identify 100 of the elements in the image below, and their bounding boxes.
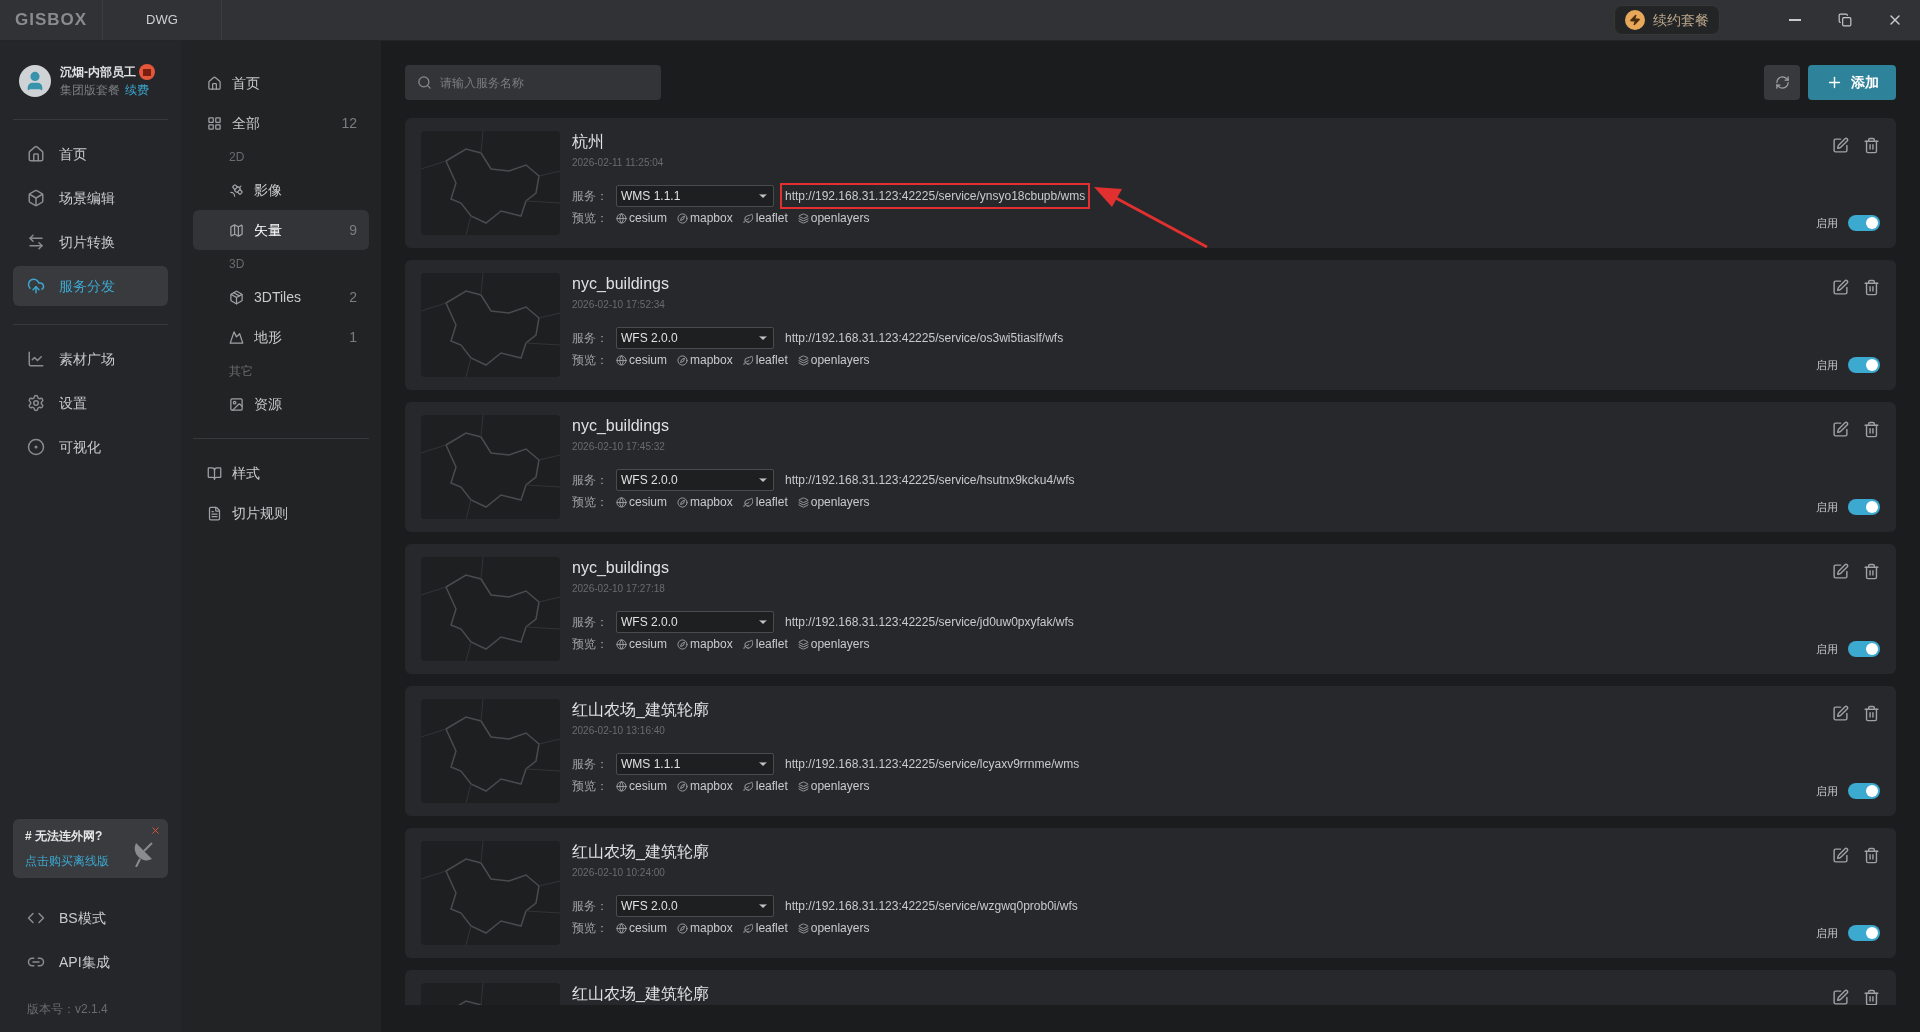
service-url[interactable]: http://192.168.31.123:42225/service/jd0uw0pxyfak/wfs <box>780 609 1079 635</box>
service-date: 2026-02-10 17:27:18 <box>572 582 666 596</box>
preview-link[interactable]: leaflet <box>742 635 788 653</box>
preview-link[interactable]: openlayers <box>797 209 870 227</box>
preview-link[interactable]: cesium <box>616 635 667 653</box>
leaf-icon <box>742 212 754 224</box>
delete-button[interactable] <box>1863 279 1880 296</box>
category-item[interactable]: 样式 <box>193 453 369 493</box>
refresh-button[interactable] <box>1764 65 1800 100</box>
map-icon <box>229 222 244 238</box>
service-url[interactable]: http://192.168.31.123:42225/service/hsutnx9kcku4/wfs <box>780 467 1080 493</box>
preview-link[interactable]: openlayers <box>797 635 870 653</box>
protocol-select[interactable]: WMS 1.1.1 <box>616 753 774 775</box>
user-name: 沉烟-内部员工 <box>60 64 136 81</box>
grid-icon <box>207 115 222 131</box>
enable-toggle[interactable] <box>1848 214 1880 231</box>
enable-toggle[interactable] <box>1848 782 1880 799</box>
layers-icon <box>797 496 809 508</box>
nav-item[interactable]: BS模式 <box>13 898 168 938</box>
category-item[interactable]: 首页 <box>193 63 369 103</box>
delete-button[interactable] <box>1863 421 1880 438</box>
edit-button[interactable] <box>1832 279 1849 296</box>
protocol-select[interactable]: WFS 2.0.0 <box>616 611 774 633</box>
search-field[interactable]: 请输入服务名称 <box>405 65 661 100</box>
close-icon[interactable] <box>150 825 161 836</box>
protocol-select[interactable]: WFS 2.0.0 <box>616 895 774 917</box>
category-item[interactable]: 矢量 9 <box>193 210 369 250</box>
nav-item[interactable]: 切片转换 <box>13 222 168 262</box>
globe-icon <box>616 922 627 934</box>
layers-icon <box>797 212 809 224</box>
promo-title: # 无法连外网? <box>25 828 104 845</box>
preview-link[interactable]: openlayers <box>797 493 870 511</box>
protocol-select[interactable]: WMS 1.1.1 <box>616 185 774 207</box>
edit-button[interactable] <box>1832 137 1849 154</box>
document-icon <box>207 505 222 521</box>
nav-item[interactable]: API集成 <box>13 942 168 982</box>
delete-button[interactable] <box>1863 563 1880 580</box>
delete-button[interactable] <box>1863 705 1880 722</box>
category-item[interactable]: 地形 1 <box>193 317 369 357</box>
edit-button[interactable] <box>1832 563 1849 580</box>
preview-link[interactable]: cesium <box>616 209 667 227</box>
category-count: 12 <box>341 113 357 133</box>
preview-link[interactable]: mapbox <box>677 919 733 937</box>
preview-link[interactable]: leaflet <box>742 493 788 511</box>
preview-link[interactable]: leaflet <box>742 209 788 227</box>
app-tab[interactable]: DWG <box>146 10 178 30</box>
enable-toggle[interactable] <box>1848 356 1880 373</box>
service-url[interactable]: http://192.168.31.123:42225/service/wzgwq0prob0i/wfs <box>780 893 1083 919</box>
edit-button[interactable] <box>1832 989 1849 1005</box>
preview-link[interactable]: mapbox <box>677 777 733 795</box>
protocol-select[interactable]: WFS 2.0.0 <box>616 469 774 491</box>
add-button[interactable]: 添加 <box>1808 65 1896 100</box>
image-icon <box>229 396 244 412</box>
delete-button[interactable] <box>1863 989 1880 1005</box>
edit-button[interactable] <box>1832 705 1849 722</box>
category-item[interactable]: 切片规则 <box>193 493 369 533</box>
preview-link[interactable]: mapbox <box>677 493 733 511</box>
enable-toggle[interactable] <box>1848 924 1880 941</box>
nav-item[interactable]: 服务分发 <box>13 266 168 306</box>
nav-item[interactable]: 首页 <box>13 134 168 174</box>
protocol-select[interactable]: WFS 2.0.0 <box>616 327 774 349</box>
preview-link[interactable]: leaflet <box>742 919 788 937</box>
preview-link[interactable]: leaflet <box>742 351 788 369</box>
edit-button[interactable] <box>1832 421 1849 438</box>
preview-link[interactable]: mapbox <box>677 351 733 369</box>
enable-toggle[interactable] <box>1848 640 1880 657</box>
category-item[interactable]: 3DTiles 2 <box>193 277 369 317</box>
cloud-upload-icon <box>27 277 45 295</box>
nav-item[interactable]: 设置 <box>13 383 168 423</box>
promo-link[interactable]: 点击购买离线版 <box>25 852 156 870</box>
preview-link[interactable]: cesium <box>616 919 667 937</box>
preview-link[interactable]: leaflet <box>742 777 788 795</box>
preview-link[interactable]: cesium <box>616 493 667 511</box>
preview-link[interactable]: openlayers <box>797 777 870 795</box>
edit-button[interactable] <box>1832 847 1849 864</box>
preview-link[interactable]: mapbox <box>677 635 733 653</box>
nav-item[interactable]: 素材广场 <box>13 339 168 379</box>
globe-icon <box>616 638 627 650</box>
enable-toggle[interactable] <box>1848 498 1880 515</box>
preview-link[interactable]: openlayers <box>797 351 870 369</box>
nav-item[interactable]: 可视化 <box>13 427 168 467</box>
nav-item[interactable]: 场景编辑 <box>13 178 168 218</box>
preview-link[interactable]: mapbox <box>677 209 733 227</box>
layers-icon <box>797 780 809 792</box>
category-count: 1 <box>349 327 357 347</box>
service-url[interactable]: http://192.168.31.123:42225/service/ynsyo18cbupb/wms <box>780 183 1091 209</box>
preview-link[interactable]: openlayers <box>797 919 870 937</box>
delete-button[interactable] <box>1863 137 1880 154</box>
service-url[interactable]: http://192.168.31.123:42225/service/os3wi5tiaslf/wfs <box>780 325 1069 351</box>
preview-link[interactable]: cesium <box>616 777 667 795</box>
delete-button[interactable] <box>1863 847 1880 864</box>
preview-link[interactable]: cesium <box>616 351 667 369</box>
category-item[interactable]: 影像 <box>193 170 369 210</box>
renew-button[interactable]: 续约套餐 <box>1614 5 1720 35</box>
service-url[interactable]: http://192.168.31.123:42225/service/lcyaxv9rrnme/wms <box>780 751 1085 777</box>
category-item[interactable]: 资源 <box>193 384 369 424</box>
renew-link[interactable]: 续费 <box>125 81 149 99</box>
category-item[interactable]: 全部 12 <box>193 103 369 143</box>
enable-label: 启用 <box>1816 925 1838 941</box>
service-label: 服务： <box>572 330 609 347</box>
